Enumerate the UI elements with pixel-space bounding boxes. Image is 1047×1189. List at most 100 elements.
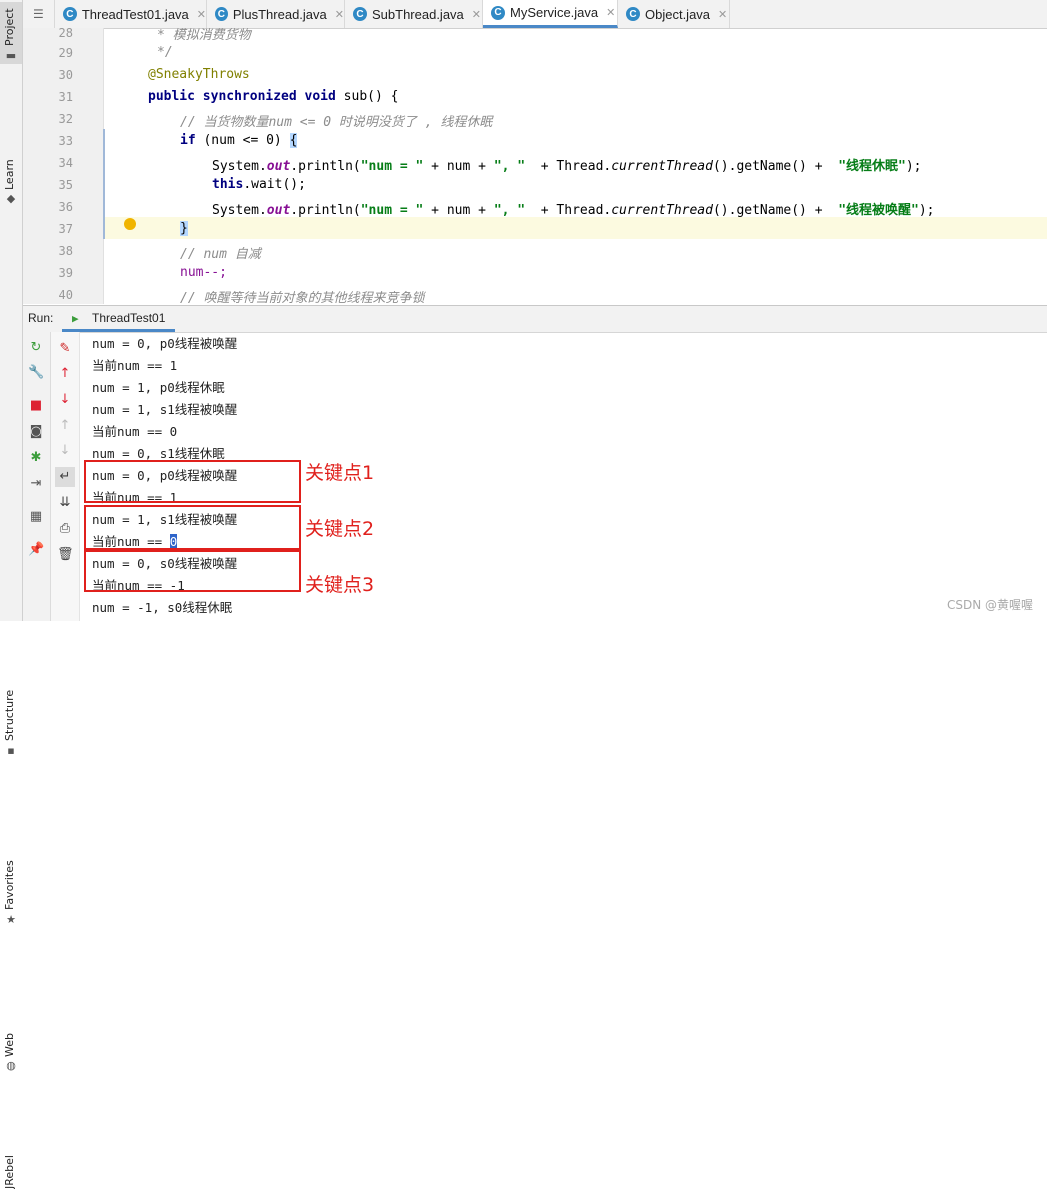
code-text: ().getName() + <box>712 203 839 218</box>
rerun-icon[interactable]: ↻ <box>28 340 44 356</box>
layout-icon[interactable]: ▦ <box>28 509 44 525</box>
close-icon[interactable]: ✕ <box>606 6 615 19</box>
tab-label: Object.java <box>645 6 711 22</box>
scroll-to-end-icon[interactable]: ⇊ <box>57 495 73 511</box>
close-icon[interactable]: ✕ <box>718 8 727 21</box>
line-number: 38 <box>58 244 73 258</box>
code-text: + Thread. <box>525 203 612 218</box>
down-arrow-icon[interactable]: ↓ <box>57 392 73 408</box>
code-line-29[interactable]: */ <box>157 45 173 60</box>
soft-wrap-icon[interactable]: ↵ <box>55 467 75 487</box>
static-field: out <box>266 203 291 218</box>
line-number: 36 <box>58 200 73 214</box>
java-class-icon: C <box>63 7 77 21</box>
run-config-label: ThreadTest01 <box>92 311 166 325</box>
code-line-31[interactable]: public synchronized void sub() { <box>148 89 398 104</box>
line-number: 35 <box>58 178 73 192</box>
string-literal: ", " <box>493 203 526 218</box>
code-text: sub() { <box>335 89 399 104</box>
run-label: Run: <box>28 311 54 325</box>
code-line-35[interactable]: this.wait(); <box>212 177 306 192</box>
console-line: num = 1, p0线程休眠 <box>92 380 225 395</box>
stop-icon[interactable]: ■ <box>28 398 44 414</box>
code-text: .println( <box>290 203 361 218</box>
code-line-32[interactable]: // 当货物数量num <= 0 时说明没货了 , 线程休眠 <box>180 111 492 130</box>
tool-tab-jrebel[interactable]: JRebel <box>0 575 22 1189</box>
code-line-39[interactable]: num--; <box>180 265 227 280</box>
lightbulb-icon[interactable] <box>124 218 136 230</box>
tab-object[interactable]: C Object.java ✕ <box>618 0 730 28</box>
keyword: this <box>212 177 244 192</box>
tool-tab-label: Learn <box>3 159 16 190</box>
code-text: + num + <box>423 203 494 218</box>
highlight-box-2 <box>84 505 301 550</box>
string-literal: "线程被唤醒" <box>838 203 919 218</box>
line-number: 33 <box>58 134 73 148</box>
up-arrow-icon[interactable]: ↑ <box>57 366 73 382</box>
close-icon[interactable]: ✕ <box>472 8 481 21</box>
close-icon[interactable]: ✕ <box>197 8 206 21</box>
code-line-33[interactable]: if (num <= 0) { <box>180 133 298 148</box>
tab-myservice[interactable]: C MyService.java ✕ <box>483 0 618 28</box>
camera-icon[interactable]: ◙ <box>28 424 44 440</box>
print-icon[interactable]: ⎙ <box>57 521 73 537</box>
keyword: if <box>180 133 196 148</box>
code-line-37[interactable]: } <box>180 221 188 236</box>
highlight-box-3 <box>84 550 301 592</box>
code-line-30[interactable]: @SneakyThrows <box>148 67 250 82</box>
watermark: CSDN @黄喔喔 <box>946 598 1033 612</box>
comment: // 当货物数量num <= 0 时说明没货了 , 线程休眠 <box>180 115 493 130</box>
current-line-highlight <box>104 217 1047 239</box>
tool-tab-label: JRebel <box>3 1155 16 1189</box>
java-class-icon: C <box>353 7 367 21</box>
login-icon[interactable]: ⇥ <box>28 476 44 492</box>
pin-icon[interactable]: 📌 <box>28 542 44 558</box>
run-config-icon: ▶ <box>72 312 79 325</box>
file-structure-button[interactable]: ☰ <box>25 0 55 28</box>
line-number: 29 <box>58 46 73 60</box>
static-field: out <box>266 159 291 174</box>
console-line: num = -1, s0线程休眠 <box>92 600 233 615</box>
trash-icon[interactable]: 🗑 <box>57 547 74 563</box>
line-number: 32 <box>58 112 73 126</box>
code-line-40[interactable]: // 唤醒等待当前对象的其他线程来竞争锁 <box>180 287 424 306</box>
code-text: + num + <box>423 159 494 174</box>
tool-tab-structure[interactable]: ▪ Structure <box>0 345 22 757</box>
code-text: ); <box>918 203 935 218</box>
code-line-34[interactable]: System.out.println("num = " + num + ", "… <box>212 155 922 174</box>
static-method: currentThread <box>611 203 713 218</box>
comment: // 唤醒等待当前对象的其他线程来竞争锁 <box>180 291 425 306</box>
tool-tab-project[interactable]: ▬ Project <box>0 2 22 64</box>
code-text: .println( <box>290 159 361 174</box>
annotation-label-1: 关键点1 <box>305 462 375 484</box>
annotation-label-3: 关键点3 <box>305 574 375 596</box>
tool-tab-favorites[interactable]: ★ Favorites <box>0 430 22 925</box>
console-line: num = 0, p0线程被唤醒 <box>92 336 238 351</box>
debug-icon[interactable]: ✱ <box>28 450 44 466</box>
code-text: num--; <box>180 265 227 280</box>
code-text: .wait(); <box>243 177 306 192</box>
tab-subthread[interactable]: C SubThread.java ✕ <box>345 0 483 28</box>
code-line-36[interactable]: System.out.println("num = " + num + ", "… <box>212 199 935 218</box>
close-icon[interactable]: ✕ <box>335 8 344 21</box>
code-text: + Thread. <box>525 159 612 174</box>
code-block-indicator <box>103 129 105 239</box>
wrench-icon[interactable]: 🔧 <box>28 365 44 381</box>
line-number: 37 <box>58 222 73 236</box>
line-number: 39 <box>58 266 73 280</box>
string-literal: ", " <box>493 159 526 174</box>
star-icon: ★ <box>6 913 16 926</box>
line-number: 28 <box>58 26 73 40</box>
tool-tab-learn[interactable]: ◆ Learn <box>0 78 22 204</box>
edit-config-icon[interactable]: ✎ <box>57 341 73 357</box>
java-class-icon: C <box>626 7 640 21</box>
tool-tab-web[interactable]: ◍ Web <box>0 515 22 1071</box>
annotation: @SneakyThrows <box>148 67 250 82</box>
comment: // num 自减 <box>180 247 261 262</box>
code-line-38[interactable]: // num 自减 <box>180 243 261 262</box>
tab-label: PlusThread.java <box>232 6 327 22</box>
tool-tab-label: Favorites <box>3 860 16 910</box>
comment: */ <box>157 45 173 60</box>
code-line-28[interactable]: * 模拟消费货物 <box>157 24 251 43</box>
matched-brace: { <box>289 133 298 148</box>
